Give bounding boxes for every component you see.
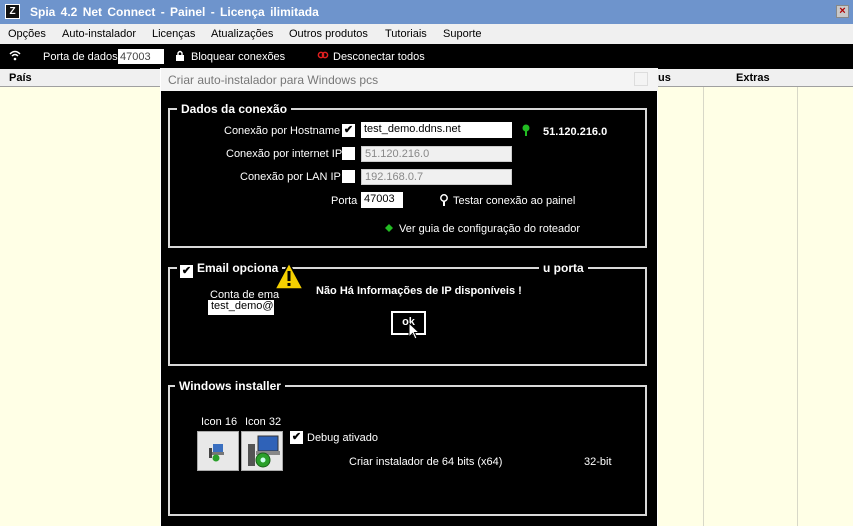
- email-checkbox[interactable]: ✔: [180, 265, 193, 278]
- hostname-label: Conexão por Hostname: [224, 125, 341, 137]
- close-icon[interactable]: ×: [836, 5, 849, 18]
- online-status-icon: [521, 124, 531, 140]
- icon16-label: Icon 16: [201, 416, 238, 428]
- hostname-field[interactable]: test_demo.ddns.net: [361, 122, 512, 138]
- dialog-close-button[interactable]: [634, 72, 648, 86]
- installer-small-icon: [209, 444, 224, 462]
- hostname-checkbox[interactable]: ✔: [342, 124, 355, 137]
- menu-suporte[interactable]: Suporte: [443, 28, 482, 40]
- email-legend-suffix: u porta: [539, 261, 588, 275]
- port-field[interactable]: 47003: [361, 192, 403, 208]
- debug-label: Debug ativado: [307, 432, 378, 444]
- menu-auto-instalador[interactable]: Auto-instalador: [62, 28, 136, 40]
- dialog-title: Criar auto-instalador para Windows pcs: [168, 73, 379, 87]
- icon32-picker[interactable]: [241, 431, 283, 471]
- build-64bit-button[interactable]: Criar instalador de 64 bits (x64): [349, 456, 502, 468]
- debug-checkbox[interactable]: ✔: [290, 431, 303, 444]
- wifi-icon: [9, 50, 21, 64]
- column-divider: [797, 87, 798, 526]
- data-port-input[interactable]: [118, 49, 164, 64]
- internet-ip-field[interactable]: 51.120.216.0: [361, 146, 512, 162]
- email-group-legend: ✔ Email opciona: [177, 261, 283, 278]
- block-connections-button[interactable]: Bloquear conexões: [191, 51, 285, 63]
- email-account-field[interactable]: test_demo@: [208, 300, 274, 315]
- col-extras[interactable]: Extras: [736, 72, 770, 84]
- connection-group-legend: Dados da conexão: [177, 102, 292, 116]
- installer-large-icon: [248, 435, 280, 468]
- router-guide-icon: [384, 223, 394, 236]
- arch-32bit-option[interactable]: 32-bit: [584, 456, 612, 468]
- lan-ip-label: Conexão por LAN IP: [240, 171, 341, 183]
- toolbar: Porta de dados: Bloquear conexões Descon…: [0, 44, 853, 69]
- installer-group-legend: Windows installer: [175, 379, 285, 393]
- internet-ip-checkbox[interactable]: [342, 147, 355, 160]
- app-icon: Z: [5, 4, 20, 19]
- mouse-cursor-icon: [408, 321, 421, 343]
- menu-outros-produtos[interactable]: Outros produtos: [289, 28, 368, 40]
- resolved-ip: 51.120.216.0: [543, 126, 608, 138]
- icon16-picker[interactable]: [197, 431, 239, 471]
- test-connection-button[interactable]: Testar conexão ao painel: [453, 195, 575, 207]
- lan-ip-checkbox[interactable]: [342, 170, 355, 183]
- menu-atualizacoes[interactable]: Atualizações: [211, 28, 273, 40]
- dialog-titlebar: Criar auto-instalador para Windows pcs: [161, 68, 658, 91]
- col-pais[interactable]: País: [9, 72, 32, 84]
- warning-icon: [273, 261, 305, 290]
- router-guide-link[interactable]: Ver guia de configuração do roteador: [399, 223, 580, 235]
- menubar: Opções Auto-instalador Licenças Atualiza…: [0, 24, 853, 44]
- disconnect-all-button[interactable]: Desconectar todos: [333, 51, 425, 63]
- internet-ip-label: Conexão por internet IP: [226, 148, 343, 160]
- data-port-label: Porta de dados:: [43, 51, 121, 63]
- window-titlebar: Z Spia 4.2 Net Connect - Painel - Licenç…: [0, 0, 853, 24]
- icon32-label: Icon 32: [245, 416, 282, 428]
- col-status[interactable]: us: [658, 72, 671, 84]
- window-title: Spia 4.2 Net Connect - Painel - Licença …: [30, 5, 319, 19]
- email-legend-text: Email opciona: [197, 261, 279, 275]
- lan-ip-field[interactable]: 192.168.0.7: [361, 169, 512, 185]
- column-divider: [703, 87, 704, 526]
- menu-opcoes[interactable]: Opções: [8, 28, 46, 40]
- port-label: Porta: [331, 195, 358, 207]
- menu-licencas[interactable]: Licenças: [152, 28, 195, 40]
- disconnect-icon[interactable]: [317, 49, 329, 64]
- lock-icon[interactable]: [175, 50, 185, 65]
- test-connection-icon: [439, 194, 449, 210]
- alert-message: Não Há Informações de IP disponíveis !: [316, 285, 522, 297]
- menu-tutoriais[interactable]: Tutoriais: [385, 28, 427, 40]
